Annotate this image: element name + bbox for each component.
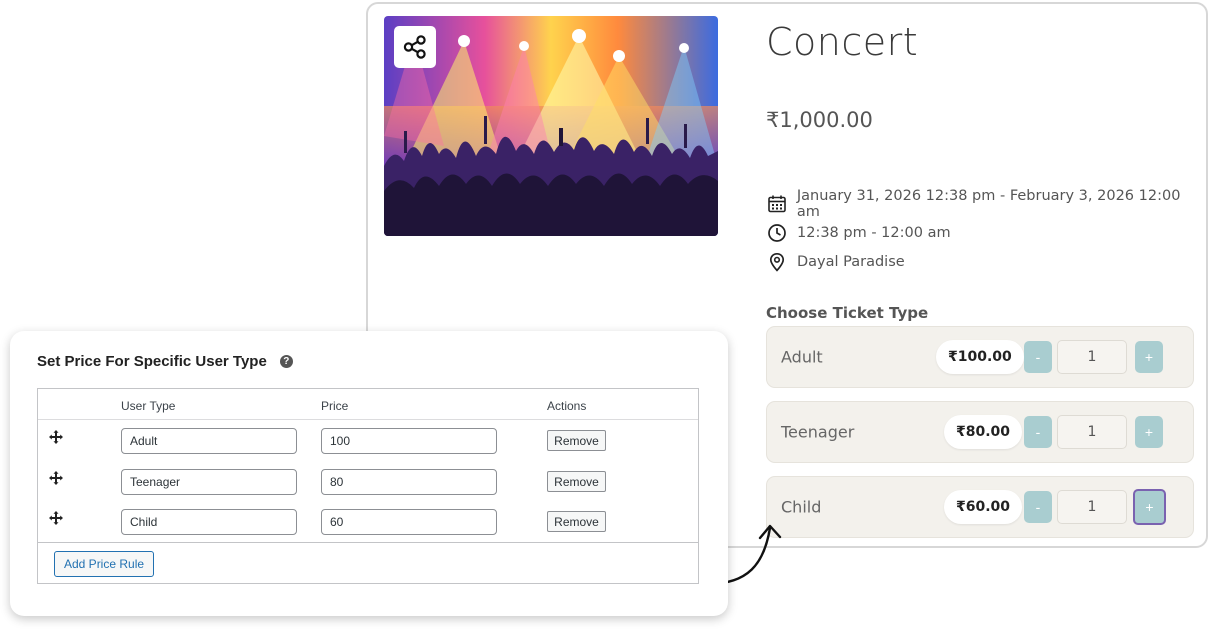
user-type-input[interactable]: Child	[121, 509, 297, 535]
remove-rule-button[interactable]: Remove	[547, 511, 606, 532]
ticket-name: Teenager	[781, 422, 855, 442]
calendar-icon	[766, 193, 788, 215]
price-input[interactable]: 60	[321, 509, 497, 535]
quantity-input[interactable]: 1	[1057, 340, 1127, 374]
drag-handle-icon[interactable]	[48, 510, 64, 526]
share-button[interactable]	[394, 26, 436, 68]
ticket-name: Child	[781, 497, 822, 517]
add-price-rule-button[interactable]: Add Price Rule	[54, 551, 155, 577]
quantity-decrement-button[interactable]: -	[1024, 491, 1052, 523]
event-time-range: 12:38 pm - 12:00 am	[797, 225, 951, 241]
column-header-price: Price	[321, 399, 349, 413]
column-header-actions: Actions	[547, 399, 587, 413]
user-type-input[interactable]: Adult	[121, 428, 297, 454]
remove-rule-button[interactable]: Remove	[547, 430, 606, 451]
panel-title-row: Set Price For Specific User Type ?	[37, 353, 293, 370]
event-time-row: 12:38 pm - 12:00 am	[766, 221, 951, 245]
ticket-price: ₹100.00	[936, 340, 1024, 374]
price-input[interactable]: 100	[321, 428, 497, 454]
header-divider	[38, 419, 698, 420]
quantity-increment-button[interactable]: +	[1135, 416, 1163, 448]
user-type-input[interactable]: Teenager	[121, 469, 297, 495]
drag-handle-icon[interactable]	[48, 470, 64, 486]
event-price: ₹1,000.00	[766, 108, 873, 132]
share-icon	[403, 35, 426, 59]
quantity-input[interactable]: 1	[1057, 490, 1127, 524]
ticket-price: ₹80.00	[944, 415, 1023, 449]
footer-divider	[38, 542, 698, 543]
price-input[interactable]: 80	[321, 469, 497, 495]
price-rules-panel: Set Price For Specific User Type ? User …	[10, 331, 728, 616]
quantity-input[interactable]: 1	[1057, 415, 1127, 449]
event-location: Dayal Paradise	[797, 254, 905, 270]
quantity-decrement-button[interactable]: -	[1024, 416, 1052, 448]
event-date-range: January 31, 2026 12:38 pm - February 3, …	[796, 188, 1181, 220]
price-rules-table: User Type Price Actions Adult 100 Remove…	[37, 388, 699, 584]
choose-ticket-label: Choose Ticket Type	[766, 304, 929, 322]
column-header-user-type: User Type	[121, 399, 176, 413]
quantity-increment-button[interactable]: +	[1135, 341, 1163, 373]
help-icon[interactable]: ?	[279, 355, 293, 368]
ticket-row-adult: Adult ₹100.00 - 1 +	[766, 326, 1194, 388]
clock-icon	[766, 222, 788, 244]
event-location-row: Dayal Paradise	[766, 250, 905, 274]
location-pin-icon	[766, 251, 788, 273]
ticket-price: ₹60.00	[944, 490, 1023, 524]
ticket-row-teenager: Teenager ₹80.00 - 1 +	[766, 401, 1194, 463]
panel-title: Set Price For Specific User Type	[37, 353, 267, 370]
drag-handle-icon[interactable]	[48, 429, 64, 445]
event-title: Concert	[766, 20, 919, 64]
remove-rule-button[interactable]: Remove	[547, 471, 606, 492]
event-date-row: January 31, 2026 12:38 pm - February 3, …	[766, 188, 1206, 220]
event-image	[384, 16, 718, 236]
ticket-row-child: Child ₹60.00 - 1 +	[766, 476, 1194, 538]
ticket-name: Adult	[781, 347, 823, 367]
quantity-decrement-button[interactable]: -	[1024, 341, 1052, 373]
quantity-increment-button[interactable]: +	[1133, 489, 1166, 525]
